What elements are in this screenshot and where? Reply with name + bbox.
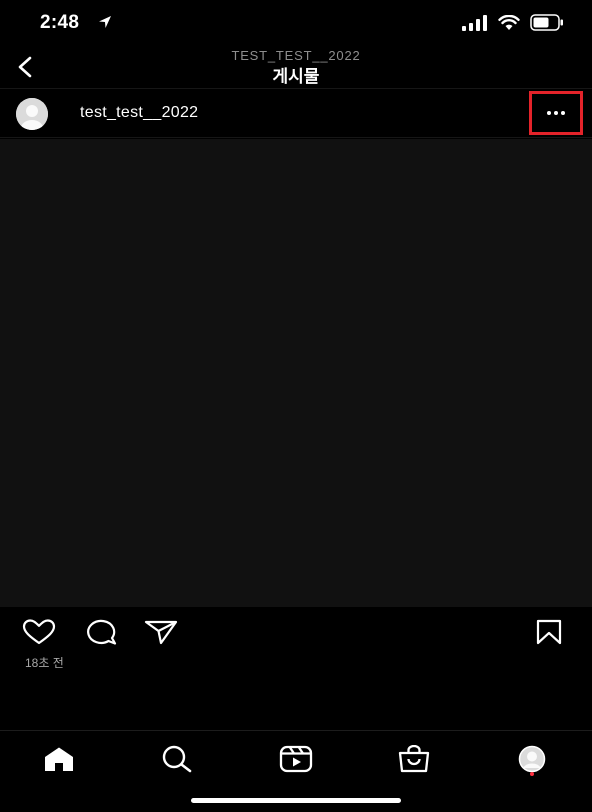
- tab-shop[interactable]: [392, 741, 436, 777]
- post-author-row: test_test__2022: [0, 88, 592, 138]
- shop-icon: [398, 745, 430, 773]
- status-time: 2:48: [40, 12, 80, 33]
- notification-dot: [530, 772, 534, 776]
- post-actions: [0, 618, 592, 648]
- tab-reels[interactable]: [274, 741, 318, 777]
- page-title: 게시물: [272, 67, 320, 86]
- header-username: TEST_TEST__2022: [231, 48, 361, 63]
- heart-icon: [22, 619, 56, 645]
- share-button[interactable]: [144, 618, 178, 646]
- bookmark-button[interactable]: [532, 618, 566, 646]
- signal-icon: [462, 14, 487, 31]
- location-arrow-icon: [99, 16, 111, 28]
- search-icon: [162, 745, 192, 773]
- tab-search[interactable]: [155, 741, 199, 777]
- post-media[interactable]: [0, 139, 592, 607]
- avatar[interactable]: [16, 98, 48, 130]
- comment-button[interactable]: [84, 618, 118, 646]
- like-button[interactable]: [22, 618, 56, 646]
- home-indicator[interactable]: [191, 798, 401, 803]
- home-icon: [45, 747, 73, 771]
- more-options-button[interactable]: [529, 91, 583, 135]
- wifi-icon: [498, 14, 520, 30]
- comment-icon: [87, 619, 117, 645]
- dot: [554, 111, 558, 115]
- status-bar: 2:48: [0, 0, 592, 46]
- bookmark-icon: [536, 619, 562, 645]
- profile-icon: [518, 745, 546, 773]
- dot: [561, 111, 565, 115]
- dot: [547, 111, 551, 115]
- post-timestamp: 18초 전: [25, 656, 64, 670]
- bottom-tab-bar: [0, 730, 592, 812]
- default-avatar-icon: [16, 98, 48, 130]
- reels-icon: [279, 745, 313, 773]
- share-icon: [144, 620, 178, 645]
- post-header: TEST_TEST__2022 게시물: [0, 46, 592, 88]
- post-username[interactable]: test_test__2022: [80, 104, 198, 122]
- tab-home[interactable]: [37, 741, 81, 777]
- battery-icon: [530, 14, 563, 31]
